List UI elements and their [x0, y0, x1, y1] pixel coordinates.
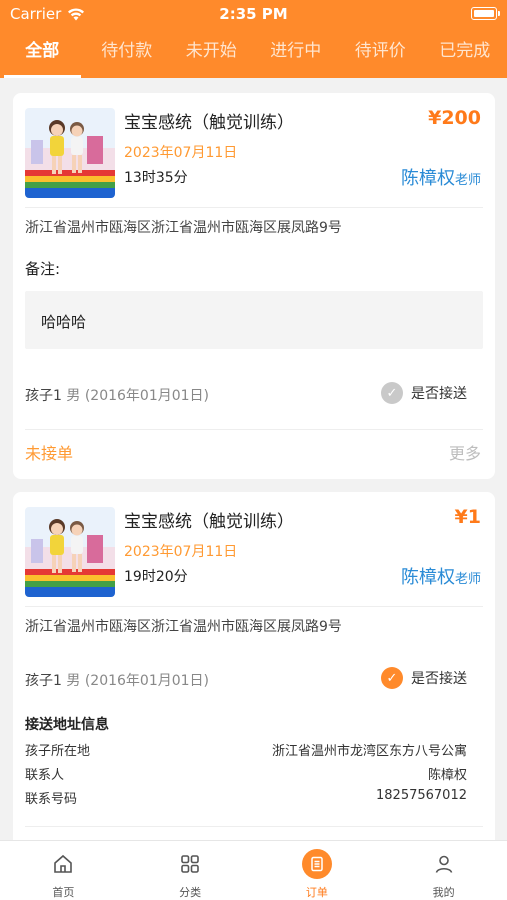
- pickup-info-row: 孩子所在地 浙江省温州市龙湾区东方八号公寓: [25, 740, 467, 759]
- pickup-info-title: 接送地址信息: [25, 717, 109, 733]
- tabbar-home[interactable]: 首页: [0, 841, 127, 900]
- tabbar-profile[interactable]: 我的: [380, 841, 507, 900]
- course-thumbnail: [25, 507, 115, 597]
- info-value: 陈樟权: [427, 768, 467, 783]
- divider: [25, 826, 483, 827]
- bottom-tab-bar: 首页 分类 订单 我的: [0, 840, 507, 900]
- course-address: 浙江省温州市瓯海区浙江省温州市瓯海区展凤路9号: [25, 619, 342, 635]
- check-circle-icon[interactable]: ✓: [381, 667, 403, 689]
- teacher-suffix: 老师: [454, 572, 481, 587]
- tab-pending-review[interactable]: 待评价: [338, 28, 423, 78]
- tab-pending-payment[interactable]: 待付款: [85, 28, 170, 78]
- tab-all[interactable]: 全部: [0, 28, 85, 78]
- teacher-suffix: 老师: [454, 173, 481, 188]
- info-label: 联系号码: [25, 792, 78, 807]
- order-status: 未接单: [25, 444, 74, 463]
- child-info: 孩子1 男 (2016年01月01日): [25, 385, 209, 405]
- order-price: ¥200: [428, 107, 481, 129]
- teacher-name: 陈樟权老师: [401, 563, 481, 589]
- divider: [25, 207, 483, 208]
- top-header: Carrier 2:35 PM 全部 待付款 未开始 进行中 待评价 已完成: [0, 0, 507, 78]
- child-name: 孩子1: [25, 673, 62, 689]
- home-icon[interactable]: [48, 849, 78, 879]
- course-title: 宝宝感统（触觉训练）: [124, 113, 294, 133]
- order-icon[interactable]: [301, 849, 332, 879]
- kids-photo-icon: [25, 507, 115, 597]
- divider: [25, 606, 483, 607]
- pickup-info-row: 联系号码 18257567012: [25, 788, 467, 807]
- order-status-tabs: 全部 待付款 未开始 进行中 待评价 已完成: [0, 28, 507, 78]
- course-title: 宝宝感统（触觉训练）: [124, 512, 294, 532]
- order-icon-circle: [301, 849, 332, 879]
- person-icon[interactable]: [429, 849, 459, 879]
- teacher-name-text: 陈樟权: [400, 168, 455, 189]
- order-card[interactable]: 宝宝感统（触觉训练） ¥200 2023年07月11日 13时35分 陈樟权老师…: [13, 93, 495, 479]
- tabbar-label: 首页: [52, 886, 75, 899]
- info-value: 18257567012: [376, 788, 467, 803]
- pickup-info-row: 联系人 陈樟权: [25, 764, 467, 783]
- note-text: 哈哈哈: [41, 313, 87, 331]
- note-box: 哈哈哈: [25, 291, 483, 349]
- teacher-name-text: 陈樟权: [400, 567, 455, 588]
- tabbar-orders[interactable]: 订单: [254, 841, 381, 900]
- order-card[interactable]: 宝宝感统（触觉训练） ¥1 2023年07月11日 19时20分 陈樟权老师 浙…: [13, 492, 495, 840]
- child-details: 男 (2016年01月01日): [66, 673, 210, 689]
- battery-icon: [471, 7, 500, 20]
- check-circle-icon[interactable]: ✓: [381, 382, 403, 404]
- tab-in-progress[interactable]: 进行中: [254, 28, 339, 78]
- info-value: 浙江省温州市龙湾区东方八号公寓: [271, 744, 467, 759]
- pickup-label: 是否接送: [411, 671, 467, 687]
- course-date: 2023年07月11日: [124, 145, 238, 161]
- child-details: 男 (2016年01月01日): [66, 388, 210, 404]
- course-address: 浙江省温州市瓯海区浙江省温州市瓯海区展凤路9号: [25, 220, 342, 236]
- tab-not-started[interactable]: 未开始: [169, 28, 254, 78]
- order-price: ¥1: [454, 506, 481, 528]
- divider: [25, 429, 483, 430]
- note-label: 备注:: [25, 260, 61, 278]
- teacher-name: 陈樟权老师: [401, 164, 481, 190]
- info-label: 联系人: [25, 768, 65, 783]
- grid-icon[interactable]: [175, 849, 205, 879]
- course-thumbnail: [25, 108, 115, 198]
- status-time: 2:35 PM: [219, 5, 288, 23]
- info-label: 孩子所在地: [25, 744, 91, 759]
- course-time: 19时20分: [124, 569, 188, 585]
- status-bar: Carrier 2:35 PM: [0, 0, 507, 28]
- tabbar-label: 我的: [432, 886, 455, 899]
- pickup-toggle[interactable]: ✓ 是否接送: [381, 382, 467, 404]
- pickup-toggle[interactable]: ✓ 是否接送: [381, 667, 467, 689]
- pickup-label: 是否接送: [411, 386, 467, 402]
- tabbar-category[interactable]: 分类: [127, 841, 254, 900]
- tabbar-label: 分类: [179, 886, 202, 899]
- tab-completed[interactable]: 已完成: [423, 28, 507, 78]
- course-date: 2023年07月11日: [124, 544, 238, 560]
- child-info: 孩子1 男 (2016年01月01日): [25, 670, 209, 690]
- child-name: 孩子1: [25, 388, 62, 404]
- course-time: 13时35分: [124, 170, 188, 186]
- kids-photo-icon: [25, 108, 115, 198]
- tabbar-label: 订单: [305, 886, 328, 899]
- order-list[interactable]: 宝宝感统（触觉训练） ¥200 2023年07月11日 13时35分 陈樟权老师…: [0, 78, 507, 840]
- more-button[interactable]: 更多: [449, 440, 481, 464]
